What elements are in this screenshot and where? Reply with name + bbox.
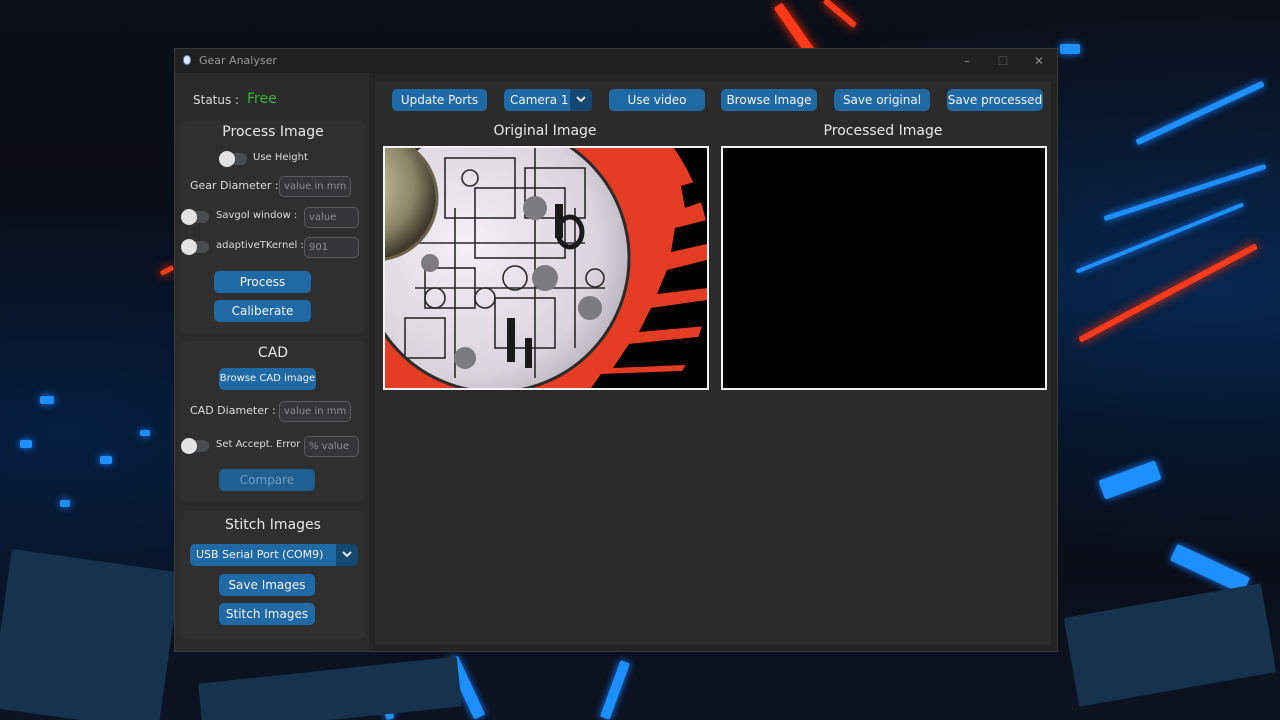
save-images-button[interactable]: Save Images (219, 574, 315, 596)
switch-knob (181, 239, 197, 255)
cad-diameter-input[interactable] (279, 401, 351, 422)
title-bar[interactable]: Gear Analyser – ☐ ✕ (175, 49, 1057, 73)
chevron-down-icon[interactable] (336, 544, 358, 566)
original-image-title: Original Image (493, 123, 597, 139)
wallpaper-streak (822, 0, 858, 29)
calibrate-button[interactable]: Caliberate (214, 300, 311, 322)
accept-error-label: Set Accept. Error : (216, 439, 307, 450)
accept-error-input[interactable] (304, 436, 359, 457)
wallpaper-streak (1098, 460, 1162, 500)
use-height-switch[interactable] (219, 151, 247, 167)
wallpaper-streak (600, 660, 630, 720)
process-button[interactable]: Process (214, 271, 311, 293)
app-window: Gear Analyser – ☐ ✕ Status : Free Proces… (174, 48, 1058, 652)
original-image-view (383, 146, 709, 390)
adaptive-kernel-input[interactable] (304, 237, 359, 258)
savgol-input[interactable] (304, 207, 359, 228)
switch-knob (219, 151, 235, 167)
serial-port-value: USB Serial Port (COM9) (196, 548, 324, 561)
status-value: Free (247, 91, 277, 107)
maximize-button[interactable]: ☐ (989, 51, 1017, 71)
processed-image-title: Processed Image (823, 123, 943, 139)
window-title: Gear Analyser (199, 54, 277, 67)
savgol-switch[interactable] (181, 209, 209, 225)
wallpaper-streak (40, 396, 54, 404)
browse-cad-image-button[interactable]: Browse CAD image (219, 368, 316, 390)
wallpaper-streak (60, 500, 70, 507)
wallpaper-block (0, 548, 181, 720)
compare-button[interactable]: Compare (219, 469, 315, 491)
wallpaper-streak (140, 430, 150, 436)
stitch-images-button[interactable]: Stitch Images (219, 603, 315, 625)
wallpaper-streak (159, 265, 175, 276)
serial-port-dropdown[interactable]: USB Serial Port (COM9) (190, 544, 358, 566)
browse-image-button[interactable]: Browse Image (721, 89, 817, 111)
use-video-button[interactable]: Use video (609, 89, 705, 111)
status-label: Status : (193, 93, 240, 107)
processed-image-view (721, 146, 1047, 390)
adaptive-kernel-label: adaptiveTKernel : (216, 240, 304, 251)
update-ports-button[interactable]: Update Ports (392, 89, 487, 111)
gear-diameter-input[interactable] (279, 176, 351, 197)
switch-knob (181, 209, 197, 225)
chevron-down-icon[interactable] (570, 89, 592, 111)
wallpaper-streak (20, 440, 32, 448)
switch-knob (181, 438, 197, 454)
camera-dropdown[interactable]: Camera 1 (504, 89, 592, 111)
process-image-heading: Process Image (222, 124, 324, 140)
wallpaper-streak (1060, 44, 1080, 54)
savgol-label: Savgol window : (216, 210, 298, 221)
use-height-label: Use Height (253, 152, 308, 163)
save-original-button[interactable]: Save original (834, 89, 930, 111)
wallpaper-block (198, 656, 462, 720)
wallpaper-streak (100, 456, 112, 464)
close-button[interactable]: ✕ (1025, 51, 1053, 71)
adaptive-kernel-switch[interactable] (181, 239, 209, 255)
save-processed-button[interactable]: Save processed (947, 89, 1043, 111)
camera-value: Camera 1 (510, 93, 569, 107)
cad-diameter-label: CAD Diameter : (190, 404, 276, 417)
wallpaper-streak (1135, 80, 1265, 146)
wallpaper-streak (1103, 163, 1267, 222)
stitch-images-heading: Stitch Images (225, 517, 321, 533)
app-icon (183, 55, 191, 65)
gear-diameter-label: Gear Diameter : (190, 179, 279, 192)
minimize-button[interactable]: – (953, 51, 981, 71)
cad-heading: CAD (257, 345, 289, 361)
camera-frame-image (385, 148, 707, 388)
accept-error-switch[interactable] (181, 438, 209, 454)
wallpaper-block (1063, 583, 1277, 707)
